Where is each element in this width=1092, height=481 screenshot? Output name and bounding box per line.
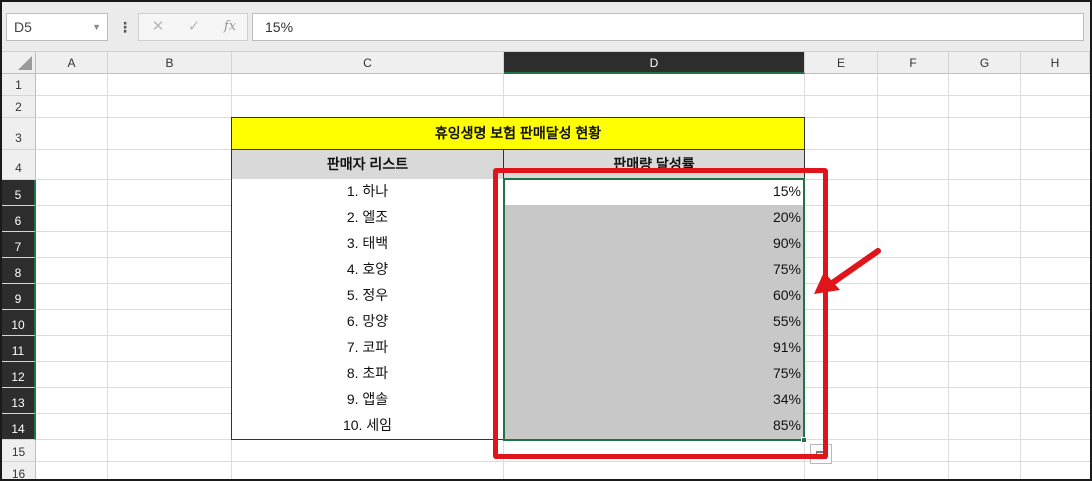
clipboard-icon: [816, 451, 827, 459]
rate-cell[interactable]: 55%: [503, 309, 805, 336]
rate-cell[interactable]: 60%: [503, 283, 805, 310]
table-row[interactable]: 10. 세임: [231, 413, 504, 440]
rate-cell[interactable]: 75%: [503, 361, 805, 388]
active-cell[interactable]: 15%: [503, 179, 805, 206]
grid-line: [107, 74, 108, 479]
more-vertical-icon[interactable]: ⋮: [118, 14, 132, 40]
row-header-7[interactable]: 7: [2, 232, 36, 258]
chevron-down-icon[interactable]: ▼: [92, 14, 101, 40]
header-sales-rate[interactable]: 판매량 달성률: [503, 149, 805, 180]
rate-cell[interactable]: 75%: [503, 257, 805, 284]
row-header-13[interactable]: 13: [2, 388, 36, 414]
table-row[interactable]: 1. 하나: [231, 179, 504, 206]
column-header-g[interactable]: G: [949, 52, 1021, 74]
row-header-2[interactable]: 2: [2, 96, 36, 118]
table-row[interactable]: 3. 태백: [231, 231, 504, 258]
row-header-8[interactable]: 8: [2, 258, 36, 284]
row-header-4[interactable]: 4: [2, 150, 36, 180]
row-header-16[interactable]: 16: [2, 462, 36, 479]
select-all-button[interactable]: [2, 52, 36, 74]
column-header-h[interactable]: H: [1021, 52, 1090, 74]
quick-analysis-icon[interactable]: [810, 444, 832, 464]
table-row[interactable]: 9. 앱솔: [231, 387, 504, 414]
formula-buttons: ✕ ✓ fx: [138, 13, 248, 41]
column-header-c[interactable]: C: [232, 52, 504, 74]
grid-line: [1020, 74, 1021, 479]
rate-cell[interactable]: 20%: [503, 205, 805, 232]
column-header-f[interactable]: F: [878, 52, 949, 74]
row-header-12[interactable]: 12: [2, 362, 36, 388]
table-row[interactable]: 6. 망양: [231, 309, 504, 336]
formula-bar: D5 ▼ ⋮ ✕ ✓ fx 15%: [2, 2, 1090, 52]
table-row[interactable]: 8. 초파: [231, 361, 504, 388]
check-icon[interactable]: ✓: [179, 14, 209, 40]
header-seller-list[interactable]: 판매자 리스트: [231, 149, 504, 180]
excel-window: D5 ▼ ⋮ ✕ ✓ fx 15% A B C D E F G H 1 2 3: [0, 0, 1092, 481]
rate-cell[interactable]: 91%: [503, 335, 805, 362]
table-row[interactable]: 7. 코파: [231, 335, 504, 362]
row-header-10[interactable]: 10: [2, 310, 36, 336]
row-header-15[interactable]: 15: [2, 440, 36, 462]
column-header-b[interactable]: B: [108, 52, 232, 74]
table-row[interactable]: 4. 호양: [231, 257, 504, 284]
grid-line: [877, 74, 878, 479]
grid-line: [36, 461, 1090, 462]
row-header-9[interactable]: 9: [2, 284, 36, 310]
row-header-11[interactable]: 11: [2, 336, 36, 362]
name-box-value: D5: [14, 19, 32, 35]
column-header-d[interactable]: D: [504, 52, 805, 74]
grid-line: [948, 74, 949, 479]
close-icon[interactable]: ✕: [143, 14, 173, 40]
rate-cell[interactable]: 90%: [503, 231, 805, 258]
fill-handle[interactable]: [801, 437, 807, 443]
table-title[interactable]: 휴잉생명 보험 판매달성 현황: [231, 117, 805, 150]
row-header-1[interactable]: 1: [2, 74, 36, 96]
select-all-icon: [18, 56, 32, 70]
row-header-6[interactable]: 6: [2, 206, 36, 232]
insert-function-button[interactable]: fx: [215, 14, 245, 40]
row-header-5[interactable]: 5: [2, 180, 36, 206]
formula-input[interactable]: 15%: [252, 13, 1084, 41]
rate-cell[interactable]: 34%: [503, 387, 805, 414]
row-header-14[interactable]: 14: [2, 414, 36, 440]
row-header-3[interactable]: 3: [2, 118, 36, 150]
column-header-a[interactable]: A: [36, 52, 108, 74]
table-row[interactable]: 5. 정우: [231, 283, 504, 310]
name-box[interactable]: D5 ▼: [6, 13, 108, 41]
worksheet-grid: A B C D E F G H 1 2 3 4 5 6 7 8 9 10 11 …: [2, 52, 1090, 479]
rate-cell[interactable]: 85%: [503, 413, 805, 440]
column-header-e[interactable]: E: [805, 52, 878, 74]
grid-line: [36, 95, 1090, 96]
table-row[interactable]: 2. 엘조: [231, 205, 504, 232]
